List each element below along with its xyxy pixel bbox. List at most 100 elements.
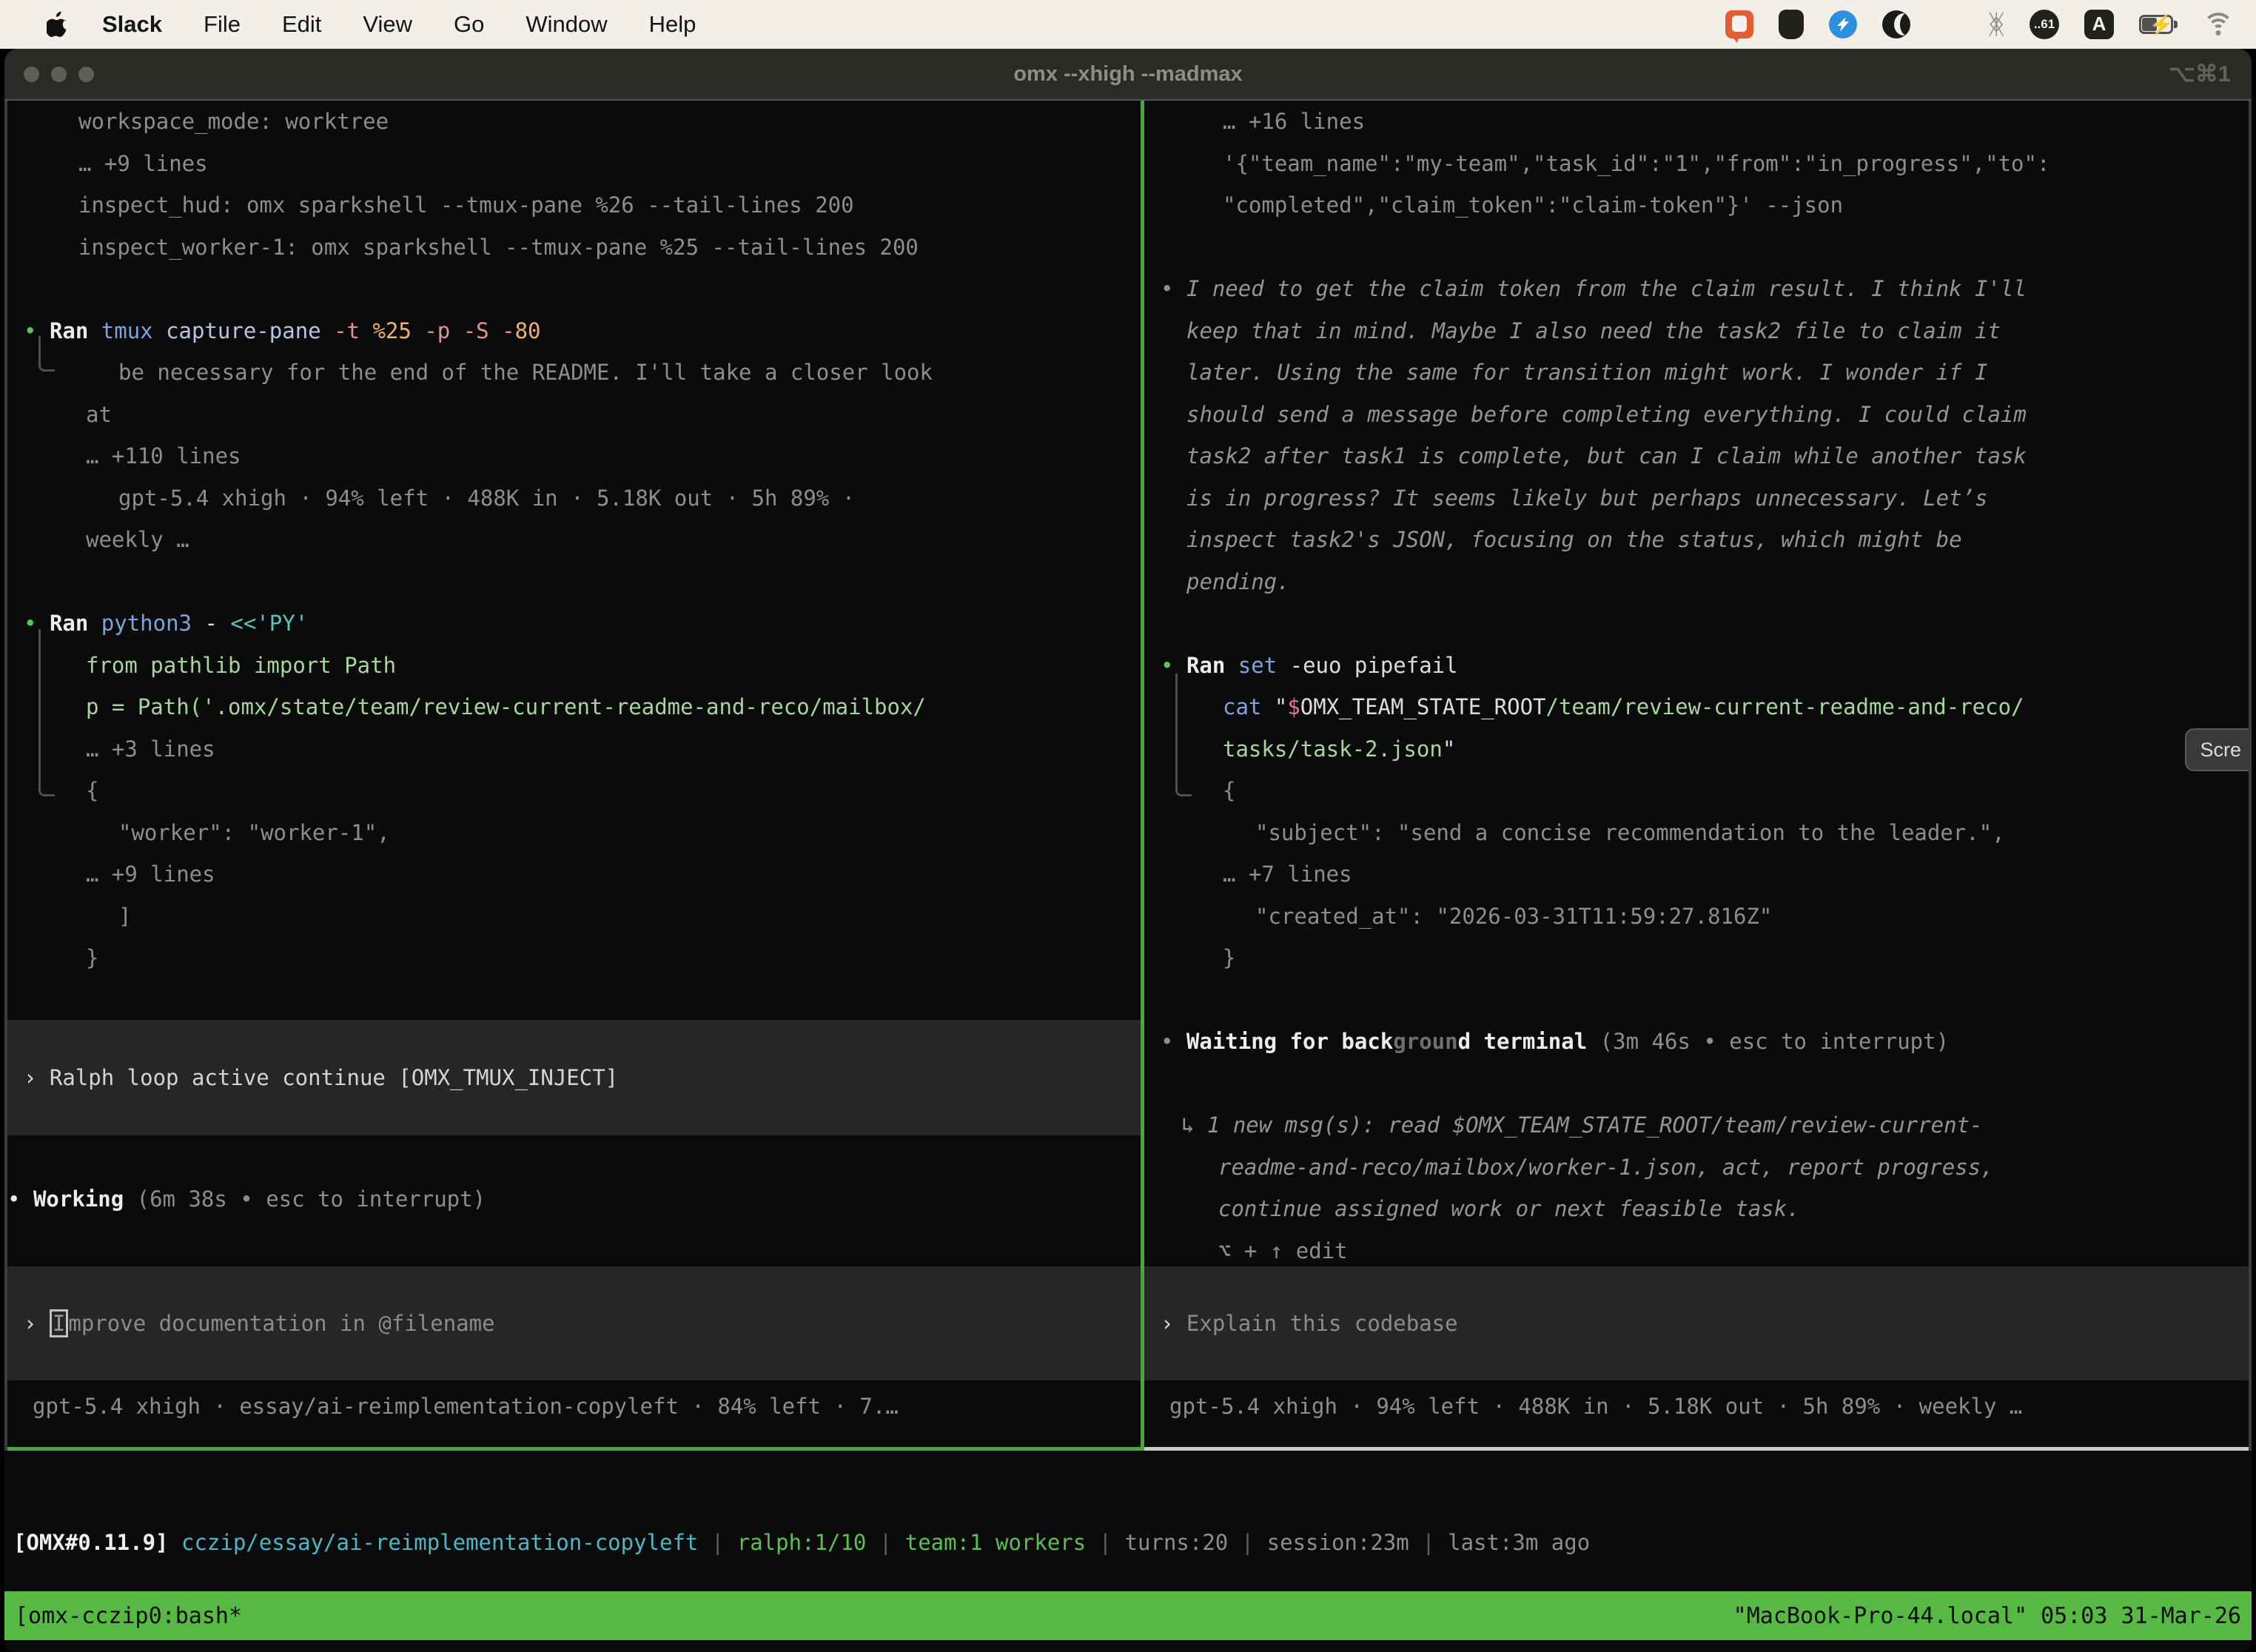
ralph-loop-banner: › Ralph loop active continue [OMX_TMUX_I… [7,1020,1141,1135]
input-placeholder: mprove documentation in @filename [68,1311,494,1336]
pane-border-bottom-right [1144,1447,2249,1451]
terminal-content: workspace_mode: worktree … +9 lines insp… [4,101,2252,1451]
pane-border-bottom-left [7,1447,1141,1451]
dots-grid-icon[interactable] [1936,10,1963,38]
menu-file[interactable]: File [204,11,241,38]
output-line: … +3 lines [24,728,1141,770]
working-status-line: • Working (6m 38s • esc to interrupt) [7,1178,1141,1220]
banner-prompt: › [24,1065,50,1090]
omx-last-activity: last:3m ago [1448,1530,1590,1555]
thinking-line: later. Using the same for transition mig… [1161,352,2249,394]
output-line: … +9 lines [24,853,1141,896]
letter-a-app-icon[interactable]: A [2084,10,2114,39]
omx-session-timer: session:23m [1267,1530,1409,1555]
output-line: { [1161,770,2249,812]
output-line: ] [24,896,1141,938]
output-line: "subject": "send a concise recommendatio… [1161,812,2249,854]
thinking-line: • I need to get the claim token from the… [1161,268,2249,310]
output-line: "worker": "worker-1", [24,812,1141,854]
minimize-button[interactable] [51,67,67,82]
output-connector [38,629,55,796]
thinking-line: pending. [1161,561,2249,603]
config-line: … +9 lines [24,143,1141,185]
tmux-status-bar[interactable]: [omx-cczip0:bash* "MacBook-Pro-44.local"… [4,1591,2252,1640]
percent-badge-icon[interactable]: ..61 [2030,10,2059,39]
thinking-line: should send a message before completing … [1161,394,2249,436]
macos-menubar: Slack File Edit View Go Window Help ᛤ ..… [0,0,2256,49]
output-line: … +110 lines [24,435,1141,477]
pane-right[interactable]: … +16 lines '{"team_name":"my-team","tas… [1144,101,2249,1447]
run-bullet-icon: • [24,611,36,636]
text-cursor: I [50,1309,68,1337]
zoom-button[interactable] [78,67,94,82]
input-prompt: › [24,1311,50,1336]
output-connector [1175,674,1192,796]
code-line: cat "$OMX_TEAM_STATE_ROOT/team/review-cu… [1161,686,2249,728]
apple-menu-icon[interactable] [43,8,73,41]
model-status-line: gpt-5.4 xhigh · 94% left · 488K in · 5.1… [1144,1386,2249,1428]
menubar-app-name[interactable]: Slack [102,11,162,38]
prompt-input-left[interactable]: › Improve documentation in @filename [7,1266,1141,1380]
output-connector [38,336,55,372]
mailbox-message-line: ↳ 1 new msg(s): read $OMX_TEAM_STATE_ROO… [1161,1104,2249,1146]
menu-view[interactable]: View [363,11,412,38]
output-line: be necessary for the end of the README. … [24,352,1141,394]
chat-app-icon[interactable] [1725,10,1753,38]
omx-status-bar: [OMX#0.11.9] cczip/essay/ai-reimplementa… [4,1522,2252,1563]
window-title: omx --xhigh --madmax [1013,62,1242,87]
mailbox-message-line: readme-and-reco/mailbox/worker-1.json, a… [1161,1146,2249,1189]
menu-go[interactable]: Go [454,11,484,38]
code-line: p = Path('.omx/state/team/review-current… [24,686,1141,728]
omx-team-counter: team:1 workers [905,1530,1086,1555]
input-placeholder: Explain this codebase [1186,1311,1458,1336]
omx-ralph-counter: ralph:1/10 [737,1530,867,1555]
output-line: … +16 lines [1161,101,2249,143]
pane-divider[interactable] [1141,101,1144,1451]
menu-edit[interactable]: Edit [282,11,321,38]
output-line: … +7 lines [1161,853,2249,896]
menu-window[interactable]: Window [526,11,607,38]
wifi-icon[interactable] [2203,13,2234,36]
output-line: '{"team_name":"my-team","task_id":"1","f… [1161,143,2249,185]
window-shortcut-badge: ⌥⌘1 [2169,49,2231,99]
ran-bash-line: • Ran set -euo pipefail [1161,645,2249,687]
keypad-shield-icon[interactable] [1779,10,1804,39]
close-button[interactable] [24,67,39,82]
thinking-line: task2 after task1 is complete, but can I… [1161,435,2249,477]
config-line: inspect_worker-1: omx sparkshell --tmux-… [24,226,1141,269]
right-flow: … +16 lines '{"team_name":"my-team","tas… [1161,101,2249,1272]
omx-repo-path: cczip/essay/ai-reimplementation-copyleft [181,1530,698,1555]
mailbox-message-line: continue assigned work or next feasible … [1161,1188,2249,1230]
ran-tmux-line: • Ran tmux capture-pane -t %25 -p -S -80 [24,310,1141,352]
output-line: at [24,394,1141,436]
tmux-session-label: [omx-cczip0:bash* [15,1603,242,1629]
code-line: tasks/task-2.json" [1161,728,2249,770]
terminal-window: omx --xhigh --madmax ⌥⌘1 workspace_mode:… [4,49,2252,1652]
window-titlebar[interactable]: omx --xhigh --madmax ⌥⌘1 [4,49,2252,101]
figure-icon[interactable]: ᛤ [1988,11,2004,38]
output-line: } [24,937,1141,979]
edit-shortcut-hint: ⌥ + ↑ edit [1161,1230,2249,1272]
config-line: inspect_hud: omx sparkshell --tmux-pane … [24,184,1141,226]
left-flow: workspace_mode: worktree … +9 lines insp… [24,101,1141,979]
prompt-input-right[interactable]: › Explain this codebase [1144,1266,2249,1380]
code-line: from pathlib import Path [24,645,1141,687]
run-bullet-icon: • [24,318,36,343]
thinking-line: is in progress? It seems likely but perh… [1161,477,2249,520]
lightning-badge-icon[interactable] [1829,10,1857,38]
screen-tooltip: Scre [2185,728,2249,771]
config-line: workspace_mode: worktree [24,101,1141,143]
menu-help[interactable]: Help [649,11,696,38]
thinking-bullet-icon: • [1161,276,1186,301]
output-line: "completed","claim_token":"claim-token"}… [1161,184,2249,226]
omx-version-badge: [OMX#0.11.9] [13,1530,181,1555]
output-line: "created_at": "2026-03-31T11:59:27.816Z" [1161,896,2249,938]
input-prompt: › [1161,1311,1186,1336]
omx-turns-counter: turns:20 [1125,1530,1229,1555]
crescent-app-icon[interactable] [1882,10,1910,38]
tmux-host-clock: "MacBook-Pro-44.local" 05:03 31-Mar-26 [1733,1603,2241,1629]
thinking-line: inspect task2's JSON, focusing on the st… [1161,519,2249,561]
output-line: { [24,770,1141,812]
pane-left[interactable]: workspace_mode: worktree … +9 lines insp… [7,101,1141,1447]
battery-icon[interactable]: ⚡ [2139,15,2178,34]
